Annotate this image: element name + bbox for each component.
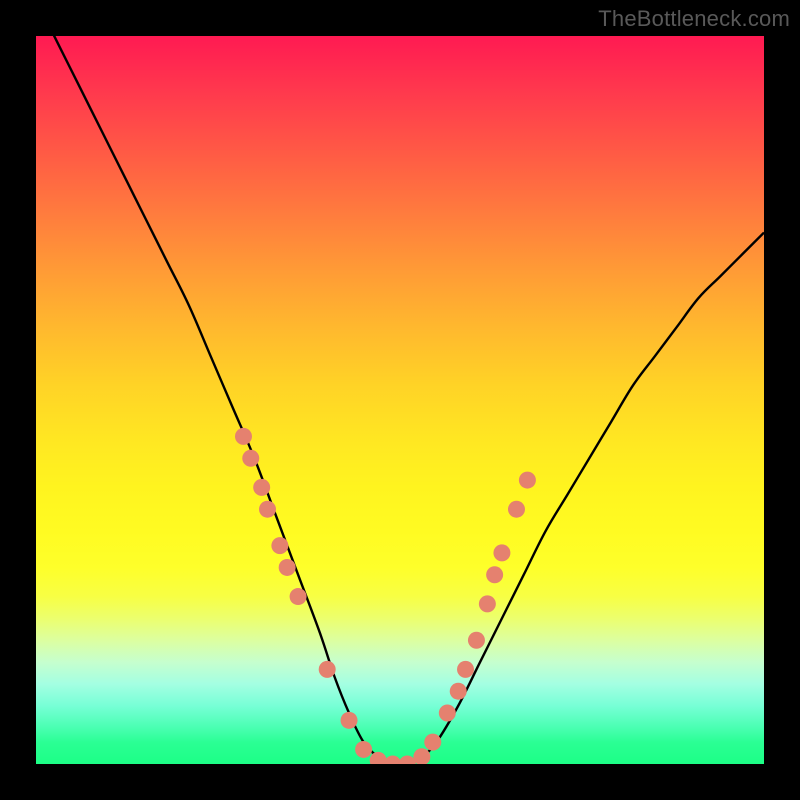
marker-dot — [468, 632, 485, 649]
plot-area — [36, 36, 764, 764]
marker-dot — [424, 734, 441, 751]
marker-dot — [479, 595, 496, 612]
marker-dot — [279, 559, 296, 576]
watermark-text: TheBottleneck.com — [598, 6, 790, 32]
marker-dot — [450, 683, 467, 700]
bottleneck-curve — [36, 36, 764, 764]
marker-dot — [370, 752, 387, 764]
marker-dot — [253, 479, 270, 496]
marker-dot — [271, 537, 288, 554]
marker-dot — [341, 712, 358, 729]
chart-frame: TheBottleneck.com — [0, 0, 800, 800]
marker-dot — [384, 756, 401, 765]
curve-path — [36, 36, 764, 764]
marker-dot — [519, 472, 536, 489]
marker-dot — [242, 450, 259, 467]
marker-dot — [355, 741, 372, 758]
marker-dot — [319, 661, 336, 678]
marker-dot — [457, 661, 474, 678]
marker-dot — [399, 756, 416, 765]
marker-dot — [486, 566, 503, 583]
marker-dot — [493, 544, 510, 561]
marker-dot — [235, 428, 252, 445]
marker-dot — [439, 705, 456, 722]
marker-dot — [290, 588, 307, 605]
markers — [235, 428, 536, 764]
marker-dot — [259, 501, 276, 518]
curve-layer — [36, 36, 764, 764]
marker-dot — [508, 501, 525, 518]
